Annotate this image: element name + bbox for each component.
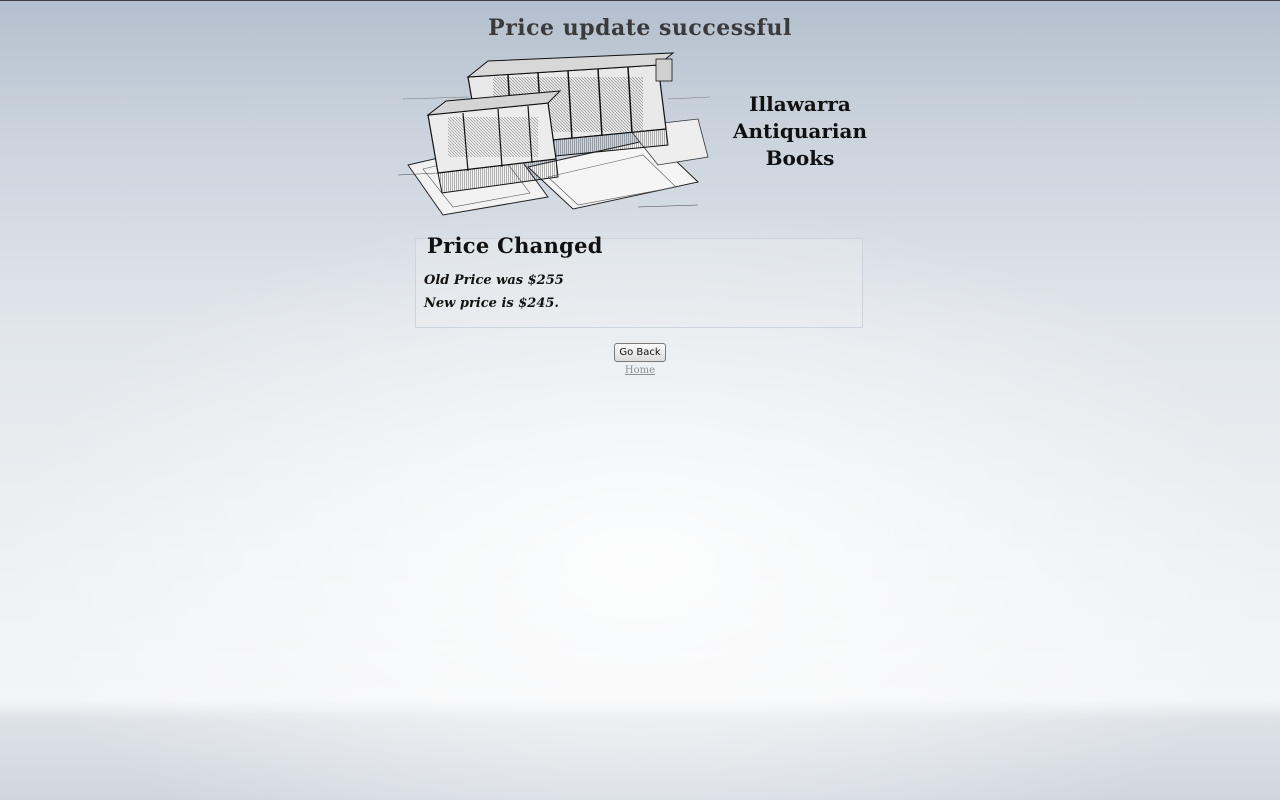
home-link[interactable]: Home <box>625 365 655 376</box>
go-back-button[interactable]: Go Back <box>614 343 666 362</box>
brand-name: Illawarra Antiquarian Books <box>730 91 870 172</box>
home-link-row: Home <box>0 365 1280 376</box>
page-title: Price update successful <box>488 15 792 41</box>
new-price-text: New price is $245. <box>424 296 559 311</box>
panel-legend: Price Changed <box>427 233 603 258</box>
brand-line-1: Illawarra <box>749 92 851 116</box>
old-price-text: Old Price was $255 <box>424 273 564 288</box>
antique-books-image <box>398 52 710 216</box>
price-changed-panel: Price Changed Old Price was $255 New pri… <box>415 233 863 328</box>
brand-line-2: Antiquarian <box>732 119 867 143</box>
brand-line-3: Books <box>765 146 835 170</box>
